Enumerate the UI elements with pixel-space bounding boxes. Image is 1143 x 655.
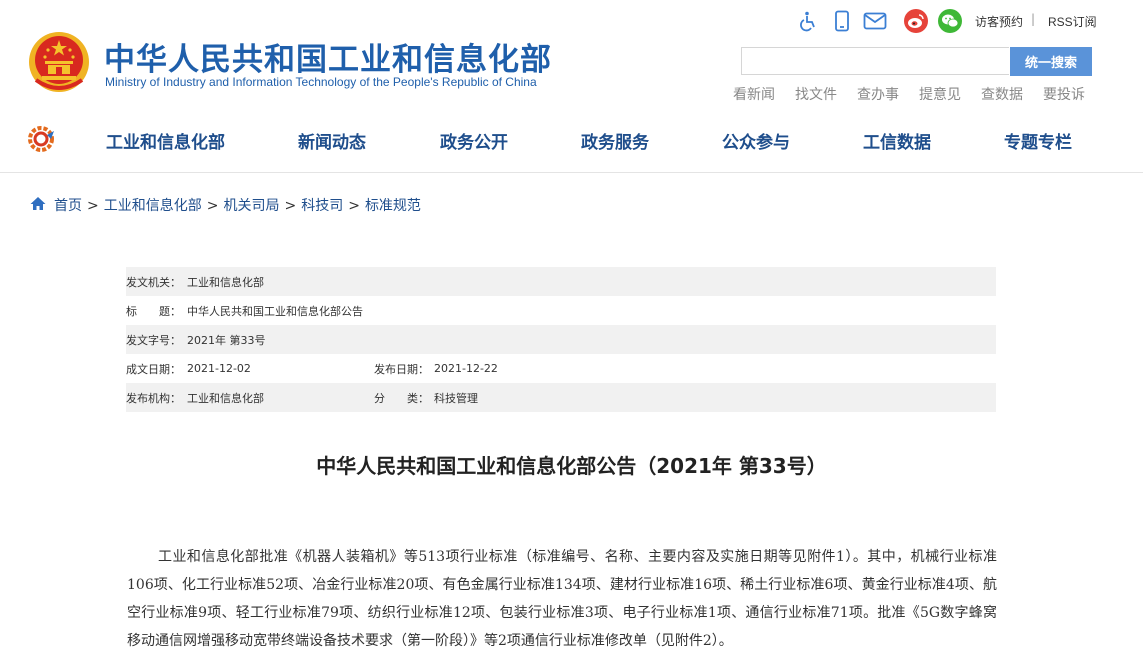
meta-label: 分 类： (374, 391, 429, 405)
wechat-icon[interactable] (938, 9, 962, 33)
meta-label: 标 题： (126, 304, 181, 318)
breadcrumb-separator: > (348, 198, 360, 214)
document-meta-table: 发文机关： 工业和信息化部 标 题： 中华人民共和国工业和信息化部公告 发文字号… (126, 267, 996, 412)
breadcrumb-separator: > (206, 198, 219, 214)
accessibility-icon[interactable] (794, 8, 820, 34)
meta-published-date-value: 2021-12-22 (434, 362, 498, 375)
article-title: 中华人民共和国工业和信息化部公告（2021年 第33号） (316, 454, 827, 478)
separator: | (1031, 12, 1036, 26)
ministry-logo-icon[interactable] (27, 125, 55, 153)
meta-label: 发布机构： (126, 391, 181, 405)
nav-item-government-affairs[interactable]: 政务公开 (440, 128, 508, 153)
weibo-icon[interactable] (904, 9, 928, 33)
meta-row-doc-number: 发文字号： 2021年 第33号 (126, 325, 996, 354)
meta-label: 发文机关： (126, 275, 181, 289)
mobile-icon[interactable] (829, 8, 855, 34)
breadcrumb-science-tech-dept[interactable]: 科技司 (301, 198, 343, 214)
meta-label: 发文字号： (126, 333, 181, 347)
breadcrumb-separator: > (284, 198, 297, 214)
breadcrumb-standards[interactable]: 标准规范 (365, 198, 421, 214)
breadcrumb-separator: > (87, 198, 99, 214)
meta-row-title: 标 题： 中华人民共和国工业和信息化部公告 (126, 296, 996, 325)
nav-item-news[interactable]: 新闻动态 (298, 128, 366, 153)
breadcrumb-home[interactable]: 首页 (54, 198, 82, 214)
meta-row-issuer: 发文机关： 工业和信息化部 (126, 267, 996, 296)
visitor-appointment-link[interactable]: 访客预约 (975, 13, 1023, 30)
meta-category-value: 科技管理 (434, 391, 478, 405)
meta-issuer-value: 工业和信息化部 (187, 275, 264, 289)
site-title[interactable]: 中华人民共和国工业和信息化部 (104, 34, 552, 79)
meta-row-dates: 成文日期： 2021-12-02 发布日期： 2021-12-22 (126, 354, 996, 383)
quick-link-complaints[interactable]: 要投诉 (1043, 84, 1085, 104)
search-button[interactable]: 统一搜索 (1010, 47, 1092, 76)
quick-link-files[interactable]: 找文件 (795, 84, 837, 104)
nav-item-public-participation[interactable]: 公众参与 (722, 128, 790, 153)
nav-divider (0, 172, 1143, 173)
rss-link[interactable]: RSS订阅 (1048, 13, 1097, 30)
nav-item-special-topics[interactable]: 专题专栏 (1004, 128, 1072, 153)
meta-label: 成文日期： (126, 362, 181, 376)
nav-item-ministry[interactable]: 工业和信息化部 (106, 128, 225, 153)
home-icon (30, 196, 46, 211)
breadcrumb-ministry[interactable]: 工业和信息化部 (104, 198, 202, 214)
meta-org-value: 工业和信息化部 (187, 391, 264, 405)
meta-created-date-value: 2021-12-02 (187, 362, 251, 375)
meta-title-value: 中华人民共和国工业和信息化部公告 (187, 304, 363, 318)
meta-doc-number-value: 2021年 第33号 (187, 333, 266, 347)
quick-link-data[interactable]: 查数据 (981, 84, 1023, 104)
article-body: 工业和信息化部批准《机器人装箱机》等513项行业标准（标准编号、名称、主要内容及… (127, 543, 997, 655)
article-paragraph: 工业和信息化部批准《机器人装箱机》等513项行业标准（标准编号、名称、主要内容及… (127, 549, 997, 649)
meta-row-org: 发布机构： 工业和信息化部 分 类： 科技管理 (126, 383, 996, 412)
nav-item-government-services[interactable]: 政务服务 (581, 128, 649, 153)
mail-icon[interactable] (862, 8, 888, 34)
quick-link-services[interactable]: 查办事 (857, 84, 899, 104)
search-input[interactable] (741, 47, 1009, 75)
quick-link-feedback[interactable]: 提意见 (919, 84, 961, 104)
meta-label: 发布日期： (374, 362, 429, 376)
site-subtitle: Ministry of Industry and Information Tec… (105, 75, 537, 89)
national-emblem-logo (28, 30, 90, 94)
breadcrumb-departments[interactable]: 机关司局 (223, 198, 279, 214)
nav-item-data[interactable]: 工信数据 (863, 128, 931, 153)
quick-link-news[interactable]: 看新闻 (733, 84, 775, 104)
breadcrumb: 首页 > 工业和信息化部 > 机关司局 > 科技司 > 标准规范 (54, 195, 421, 215)
